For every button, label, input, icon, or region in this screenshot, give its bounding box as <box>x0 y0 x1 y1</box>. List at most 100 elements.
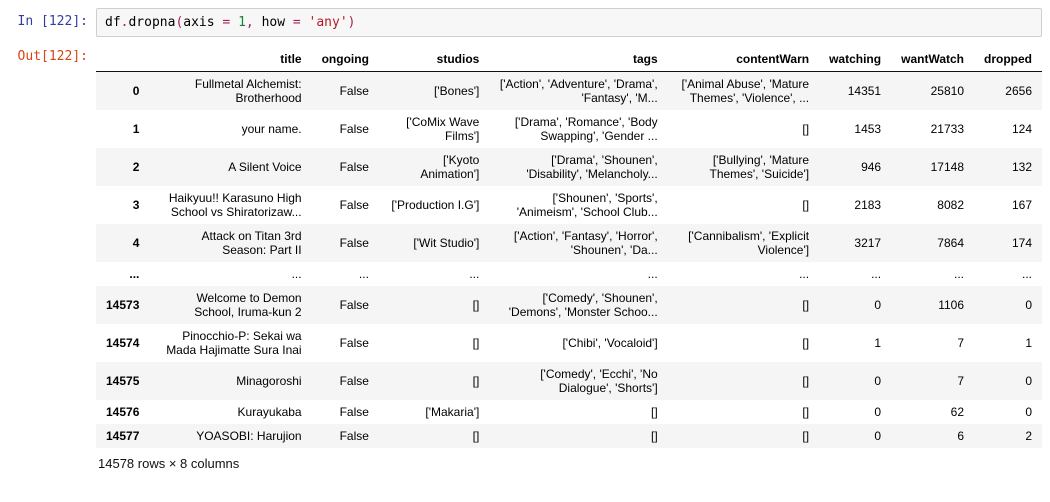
column-header: wantWatch <box>891 47 974 72</box>
cell-studios: [] <box>379 286 489 324</box>
code-token: 'any' <box>309 15 348 30</box>
out-suffix: ]: <box>72 49 88 64</box>
cell-studios: ... <box>379 262 489 286</box>
cell-cw: [] <box>668 400 819 424</box>
cell-ongoing: ... <box>312 262 379 286</box>
table-row: 3Haikyuu!! Karasuno High School vs Shira… <box>96 186 1042 224</box>
code-token: = <box>293 15 301 30</box>
cell-dropped: 1 <box>974 324 1042 362</box>
cell-title: A Silent Voice <box>149 148 311 186</box>
cell-watching: 3217 <box>819 224 891 262</box>
table-row: 14576KurayukabaFalse['Makaria'][][]0620 <box>96 400 1042 424</box>
cell-watching: 0 <box>819 286 891 324</box>
cell-tags: ['Action', 'Adventure', 'Drama', 'Fantas… <box>489 72 667 111</box>
cell-watching: 946 <box>819 148 891 186</box>
cell-studios: [] <box>379 362 489 400</box>
cell-ongoing: False <box>312 72 379 111</box>
table-row: 4Attack on Titan 3rd Season: Part IIFals… <box>96 224 1042 262</box>
cell-studios: ['Bones'] <box>379 72 489 111</box>
table-row: 0Fullmetal Alchemist: BrotherhoodFalse['… <box>96 72 1042 111</box>
code-token: df <box>105 15 121 30</box>
table-row: 14574Pinocchio-P: Sekai wa Mada Hajimatt… <box>96 324 1042 362</box>
cell-studios: [] <box>379 424 489 448</box>
table-row: ........................... <box>96 262 1042 286</box>
cell-tags: ... <box>489 262 667 286</box>
cell-tags: ['Action', 'Fantasy', 'Horror', 'Shounen… <box>489 224 667 262</box>
cell-title: Pinocchio-P: Sekai wa Mada Hajimatte Sur… <box>149 324 311 362</box>
table-row: 14573Welcome to Demon School, Iruma-kun … <box>96 286 1042 324</box>
table-row: 14575MinagoroshiFalse[]['Comedy', 'Ecchi… <box>96 362 1042 400</box>
cell-studios: ['Wit Studio'] <box>379 224 489 262</box>
table-body: 0Fullmetal Alchemist: BrotherhoodFalse['… <box>96 72 1042 449</box>
cell-dropped: 132 <box>974 148 1042 186</box>
cell-ongoing: False <box>312 324 379 362</box>
cell-watching: 1 <box>819 324 891 362</box>
cell-tags: ['Comedy', 'Shounen', 'Demons', 'Monster… <box>489 286 667 324</box>
code-token: ) <box>348 15 356 30</box>
cell-want: 7864 <box>891 224 974 262</box>
cell-dropped: ... <box>974 262 1042 286</box>
cell-want: ... <box>891 262 974 286</box>
cell-tags: ['Drama', 'Romance', 'Body Swapping', 'G… <box>489 110 667 148</box>
cell-title: Minagoroshi <box>149 362 311 400</box>
output-prompt: Out[122]: <box>8 43 96 64</box>
out-num: 122 <box>49 49 72 64</box>
cell-ongoing: False <box>312 110 379 148</box>
cell-dropped: 167 <box>974 186 1042 224</box>
output-cell: Out[122]: titleongoingstudiostagscontent… <box>8 43 1042 473</box>
cell-cw: [] <box>668 362 819 400</box>
cell-cw: ['Animal Abuse', 'Mature Themes', 'Viole… <box>668 72 819 111</box>
cell-dropped: 124 <box>974 110 1042 148</box>
column-header: watching <box>819 47 891 72</box>
cell-title: Attack on Titan 3rd Season: Part II <box>149 224 311 262</box>
cell-watching: 14351 <box>819 72 891 111</box>
code-token <box>230 15 238 30</box>
cell-cw: [] <box>668 110 819 148</box>
out-prefix: Out[ <box>18 49 49 64</box>
cell-watching: ... <box>819 262 891 286</box>
cell-dropped: 174 <box>974 224 1042 262</box>
cell-title: Fullmetal Alchemist: Brotherhood <box>149 72 311 111</box>
column-header: studios <box>379 47 489 72</box>
cell-dropped: 0 <box>974 400 1042 424</box>
cell-tags: ['Drama', 'Shounen', 'Disability', 'Mela… <box>489 148 667 186</box>
cell-ongoing: False <box>312 400 379 424</box>
cell-title: your name. <box>149 110 311 148</box>
cell-want: 17148 <box>891 148 974 186</box>
cell-cw: [] <box>668 286 819 324</box>
row-index: 1 <box>96 110 149 148</box>
table-row: 1your name.False['CoMix Wave Films']['Dr… <box>96 110 1042 148</box>
output-area: titleongoingstudiostagscontentWarnwatchi… <box>96 43 1042 473</box>
cell-cw: [] <box>668 186 819 224</box>
code-token <box>301 15 309 30</box>
row-index: 14575 <box>96 362 149 400</box>
cell-title: Haikyuu!! Karasuno High School vs Shirat… <box>149 186 311 224</box>
cell-watching: 0 <box>819 424 891 448</box>
cell-want: 1106 <box>891 286 974 324</box>
row-index: 14574 <box>96 324 149 362</box>
cell-tags: ['Shounen', 'Sports', 'Animeism', 'Schoo… <box>489 186 667 224</box>
row-index: 14576 <box>96 400 149 424</box>
cell-want: 21733 <box>891 110 974 148</box>
row-index: 3 <box>96 186 149 224</box>
cell-cw: ['Bullying', 'Mature Themes', 'Suicide'] <box>668 148 819 186</box>
table-row: 14577YOASOBI: HarujionFalse[][][]062 <box>96 424 1042 448</box>
code-token: , <box>246 15 254 30</box>
dataframe-table: titleongoingstudiostagscontentWarnwatchi… <box>96 47 1042 448</box>
cell-watching: 0 <box>819 400 891 424</box>
code-token <box>254 15 262 30</box>
cell-watching: 1453 <box>819 110 891 148</box>
code-token: how <box>262 15 285 30</box>
cell-tags: ['Chibi', 'Vocaloid'] <box>489 324 667 362</box>
cell-cw: [] <box>668 324 819 362</box>
cell-ongoing: False <box>312 148 379 186</box>
cell-cw: ... <box>668 262 819 286</box>
cell-studios: [] <box>379 324 489 362</box>
cell-want: 6 <box>891 424 974 448</box>
cell-ongoing: False <box>312 424 379 448</box>
cell-watching: 2183 <box>819 186 891 224</box>
code-input[interactable]: df.dropna(axis = 1, how = 'any') <box>96 8 1042 37</box>
code-token: dropna <box>128 15 175 30</box>
table-header-row: titleongoingstudiostagscontentWarnwatchi… <box>96 47 1042 72</box>
row-index: 14573 <box>96 286 149 324</box>
